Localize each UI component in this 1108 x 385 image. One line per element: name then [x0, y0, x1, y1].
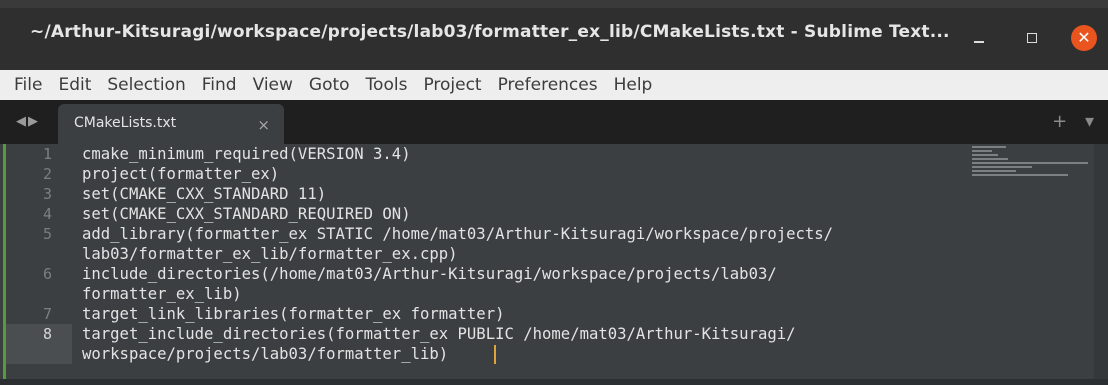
- line-number: 3: [42, 185, 52, 203]
- minimap-line: [972, 154, 998, 156]
- line-number-active: 8: [42, 325, 52, 343]
- minimap-line: [972, 162, 1088, 164]
- code-line-active-wrapped[interactable]: workspace/projects/lab03/formatter_lib): [82, 344, 448, 364]
- line-number: 2: [42, 165, 52, 183]
- minimap-line: [972, 166, 1032, 168]
- close-icon: ✕: [1077, 28, 1091, 47]
- tab-nav-arrows-icon[interactable]: ◀▶: [16, 114, 40, 129]
- menu-project[interactable]: Project: [415, 75, 489, 95]
- code-line[interactable]: add_library(formatter_ex STATIC /home/ma…: [82, 224, 833, 244]
- vertical-scrollbar[interactable]: [1094, 144, 1108, 385]
- code-editor[interactable]: 1 2 3 4 5 6 7 8 cmake_minimum_required(V…: [0, 144, 1108, 385]
- menu-edit[interactable]: Edit: [50, 75, 99, 95]
- line-number: 7: [42, 305, 52, 323]
- tab-cmakelists[interactable]: CMakeLists.txt ×: [58, 104, 284, 144]
- maximize-icon: [1027, 33, 1037, 43]
- menu-bar: File Edit Selection Find View Goto Tools…: [0, 70, 1108, 100]
- menu-help[interactable]: Help: [606, 75, 661, 95]
- menu-file[interactable]: File: [6, 75, 50, 95]
- menu-tools[interactable]: Tools: [358, 75, 416, 95]
- tab-bar: ◀▶ CMakeLists.txt × + ▾: [0, 100, 1108, 144]
- editor-bottom-edge: [0, 379, 1108, 385]
- menu-goto[interactable]: Goto: [301, 75, 358, 95]
- code-line[interactable]: include_directories(/home/mat03/Arthur-K…: [82, 264, 777, 284]
- line-number: 4: [42, 205, 52, 223]
- minimap-line: [972, 158, 1008, 160]
- code-line[interactable]: cmake_minimum_required(VERSION 3.4): [82, 144, 411, 164]
- code-line-wrapped[interactable]: lab03/formatter_ex_lib/formatter_ex.cpp): [82, 244, 458, 264]
- window-title: ~/Arthur-Kitsuragi/workspace/projects/la…: [30, 22, 950, 42]
- code-line[interactable]: set(CMAKE_CXX_STANDARD 11): [82, 184, 326, 204]
- code-line-active[interactable]: target_include_directories(formatter_ex …: [82, 324, 796, 344]
- maximize-button[interactable]: [1018, 24, 1046, 52]
- menu-preferences[interactable]: Preferences: [490, 75, 606, 95]
- menu-selection[interactable]: Selection: [99, 75, 193, 95]
- menu-find[interactable]: Find: [194, 75, 245, 95]
- minimap-line: [972, 170, 1016, 172]
- menu-view[interactable]: View: [245, 75, 301, 95]
- line-number: 5: [42, 225, 52, 243]
- minimap-line: [972, 150, 992, 152]
- minimap-line: [972, 174, 1068, 176]
- line-number: 1: [42, 145, 52, 163]
- tab-actions-icon[interactable]: + ▾: [1052, 111, 1100, 132]
- line-number-gutter: 1 2 3 4 5 6 7 8: [6, 144, 70, 385]
- code-line[interactable]: project(formatter_ex): [82, 164, 279, 184]
- line-number: 6: [42, 265, 52, 283]
- tab-label: CMakeLists.txt: [74, 115, 177, 131]
- minimap-line: [972, 146, 1006, 148]
- minimap[interactable]: [972, 146, 1090, 180]
- minimize-icon: [974, 41, 984, 43]
- title-bar: ~/Arthur-Kitsuragi/workspace/projects/la…: [0, 0, 1108, 70]
- minimize-button[interactable]: [965, 24, 993, 52]
- close-button[interactable]: ✕: [1071, 25, 1097, 51]
- code-line-wrapped[interactable]: formatter_ex_lib): [82, 284, 242, 304]
- code-line[interactable]: target_link_libraries(formatter_ex forma…: [82, 304, 504, 324]
- text-cursor: [494, 345, 496, 364]
- code-line[interactable]: set(CMAKE_CXX_STANDARD_REQUIRED ON): [82, 204, 411, 224]
- tab-close-icon[interactable]: ×: [257, 116, 270, 134]
